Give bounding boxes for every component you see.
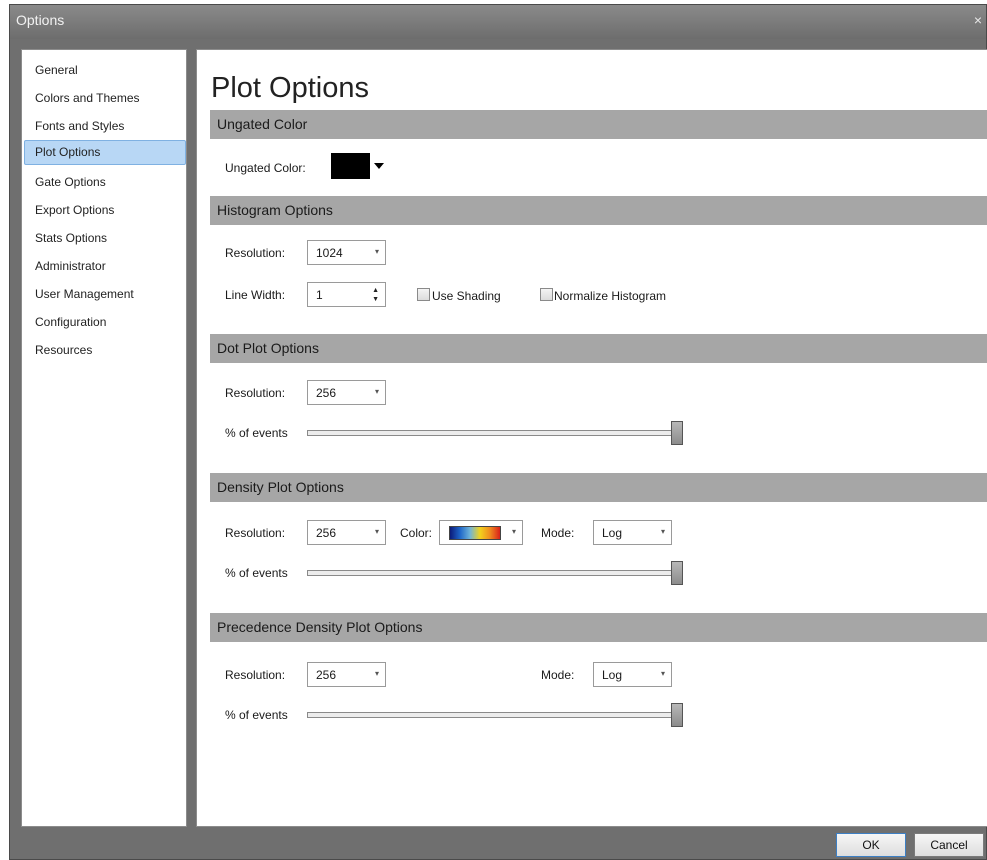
window-title: Options [16, 12, 65, 28]
precedence-events-slider-thumb[interactable] [671, 703, 683, 727]
sidebar-item-plot-options[interactable]: Plot Options [24, 140, 186, 165]
sidebar-item-fonts-and-styles[interactable]: Fonts and Styles [24, 114, 186, 139]
dot-plot-events-slider[interactable] [307, 430, 675, 436]
precedence-mode-label: Mode: [541, 668, 575, 682]
spinner-down-icon[interactable]: ▼ [372, 296, 379, 303]
options-dialog: Options × General Colors and Themes Font… [9, 4, 987, 860]
sidebar-item-administrator[interactable]: Administrator [24, 254, 186, 279]
precedence-mode-value: Log [602, 668, 623, 682]
close-icon[interactable]: × [974, 12, 982, 28]
dropdown-arrow-icon: ▾ [374, 247, 379, 256]
sidebar-item-resources[interactable]: Resources [24, 338, 186, 363]
precedence-mode-select[interactable]: Log ▾ [593, 662, 672, 687]
dropdown-arrow-icon: ▾ [374, 669, 379, 678]
sidebar-item-configuration[interactable]: Configuration [24, 310, 186, 335]
density-resolution-value: 256 [316, 526, 337, 540]
dropdown-arrow-icon: ▾ [374, 527, 379, 536]
density-events-label: % of events [225, 566, 288, 580]
histogram-options-header: Histogram Options [210, 196, 987, 225]
color-palette-swatch [449, 526, 501, 540]
density-mode-value: Log [602, 526, 623, 540]
density-color-label: Color: [400, 526, 433, 540]
dropdown-arrow-icon: ▾ [374, 387, 379, 396]
dropdown-arrow-icon: ▾ [511, 527, 516, 536]
sidebar-item-general[interactable]: General [24, 58, 186, 83]
sidebar-item-gate-options[interactable]: Gate Options [24, 170, 186, 195]
page-title: Plot Options [211, 72, 369, 104]
ungated-color-header: Ungated Color [210, 110, 987, 139]
title-bar[interactable]: Options × [10, 5, 986, 39]
dot-plot-resolution-select[interactable]: 256 ▾ [307, 380, 386, 405]
normalize-histogram-label: Normalize Histogram [554, 289, 667, 303]
precedence-density-plot-options-header: Precedence Density Plot Options [210, 613, 987, 642]
density-resolution-select[interactable]: 256 ▾ [307, 520, 386, 545]
line-width-label: Line Width: [225, 288, 286, 302]
cancel-button[interactable]: Cancel [914, 833, 984, 857]
dropdown-arrow-icon: ▾ [660, 527, 665, 536]
options-sidebar: General Colors and Themes Fonts and Styl… [21, 49, 187, 827]
normalize-histogram-checkbox[interactable] [540, 288, 553, 301]
sidebar-item-user-management[interactable]: User Management [24, 282, 186, 307]
dropdown-arrow-icon: ▾ [660, 669, 665, 678]
density-plot-options-header: Density Plot Options [210, 473, 987, 502]
precedence-events-label: % of events [225, 708, 288, 722]
line-width-stepper[interactable]: 1 ▲ ▼ [307, 282, 386, 307]
use-shading-label: Use Shading [432, 289, 501, 303]
dot-plot-events-label: % of events [225, 426, 288, 440]
density-mode-label: Mode: [541, 526, 575, 540]
spinner-up-icon[interactable]: ▲ [372, 287, 379, 294]
precedence-resolution-label: Resolution: [225, 668, 286, 682]
histogram-resolution-select[interactable]: 1024 ▾ [307, 240, 386, 265]
ungated-color-swatch[interactable] [331, 153, 370, 179]
dot-plot-resolution-label: Resolution: [225, 386, 286, 400]
ok-button[interactable]: OK [836, 833, 906, 857]
density-events-slider-thumb[interactable] [671, 561, 683, 585]
dot-plot-events-slider-thumb[interactable] [671, 421, 683, 445]
ungated-color-label: Ungated Color: [225, 161, 306, 175]
histogram-resolution-value: 1024 [316, 246, 343, 260]
chevron-down-icon[interactable] [374, 163, 384, 169]
precedence-resolution-select[interactable]: 256 ▾ [307, 662, 386, 687]
sidebar-item-export-options[interactable]: Export Options [24, 198, 186, 223]
line-width-value: 1 [316, 288, 323, 302]
dot-plot-resolution-value: 256 [316, 386, 337, 400]
density-color-select[interactable]: ▾ [439, 520, 523, 545]
precedence-resolution-value: 256 [316, 668, 337, 682]
use-shading-checkbox[interactable] [417, 288, 430, 301]
precedence-events-slider[interactable] [307, 712, 675, 718]
histogram-resolution-label: Resolution: [225, 246, 286, 260]
dot-plot-options-header: Dot Plot Options [210, 334, 987, 363]
density-events-slider[interactable] [307, 570, 675, 576]
sidebar-item-colors-and-themes[interactable]: Colors and Themes [24, 86, 186, 111]
sidebar-item-stats-options[interactable]: Stats Options [24, 226, 186, 251]
plot-options-panel: Plot Options Ungated Color Ungated Color… [196, 49, 987, 827]
density-resolution-label: Resolution: [225, 526, 286, 540]
density-mode-select[interactable]: Log ▾ [593, 520, 672, 545]
